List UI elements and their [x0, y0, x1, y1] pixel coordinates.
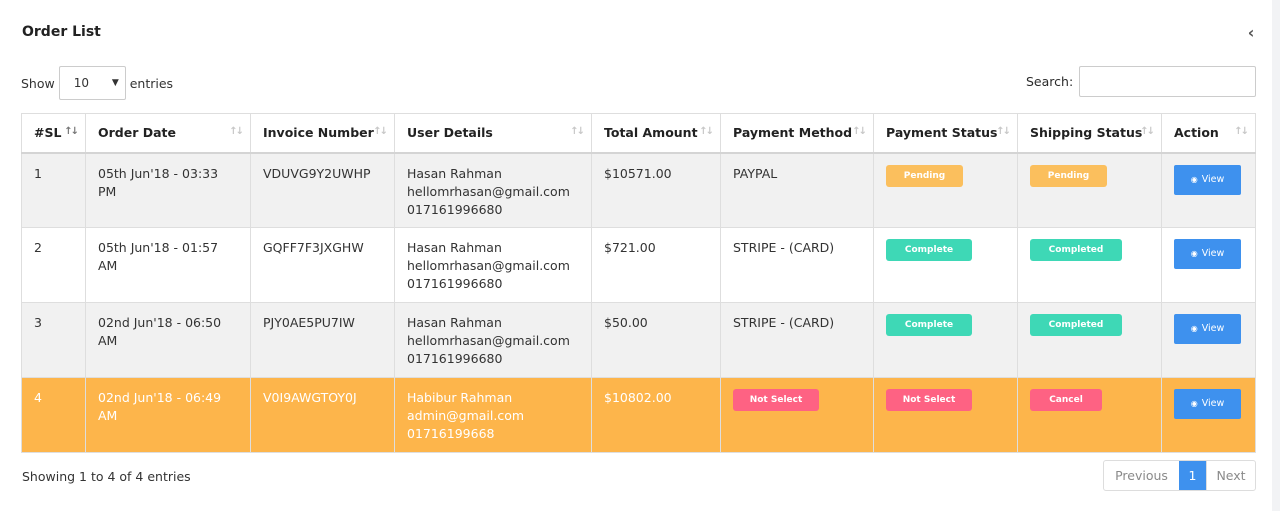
cell-sl: 3	[21, 302, 86, 378]
eye-icon: ◉	[1190, 174, 1198, 184]
column-header-invoice-number[interactable]: Invoice Number ↑↓	[250, 113, 395, 154]
eye-icon: ◉	[1190, 399, 1198, 408]
sort-icon: ↑↓	[699, 126, 714, 137]
pagination: Previous 1 Next	[1103, 460, 1256, 491]
caret-down-icon: ▼	[111, 78, 119, 88]
sort-icon: ↑↓	[373, 126, 388, 137]
cell-sl: 2	[21, 227, 86, 303]
cell-user-details: Habibur Rahman admin@gmail.com 017161996…	[394, 377, 592, 453]
shipping-status-badge: Completed	[1030, 239, 1122, 261]
cell-order-date: 02nd Jun'18 - 06:50 AM	[85, 302, 251, 378]
page-title: Order List	[22, 24, 101, 40]
user-name: Habibur Rahman	[407, 390, 513, 405]
search-input[interactable]	[1079, 66, 1257, 97]
view-button[interactable]: ◉ View	[1174, 389, 1241, 419]
user-phone: 017161996680	[407, 201, 503, 217]
cell-amount: $50.00	[591, 302, 721, 378]
cell-sl: 1	[21, 152, 86, 228]
shipping-status-badge: Completed	[1030, 314, 1122, 336]
payment-status-badge: Complete	[886, 314, 972, 336]
column-header-payment-method[interactable]: Payment Method ↑↓	[720, 113, 874, 154]
user-phone: 017161996680	[407, 351, 503, 366]
user-email: hellomrhasan@gmail.com	[407, 333, 570, 348]
view-button[interactable]: ◉ View	[1174, 314, 1241, 344]
entries-label: entries	[129, 75, 174, 91]
user-email: hellomrhasan@gmail.com	[407, 183, 570, 199]
search-control: Search:	[1026, 66, 1257, 97]
sort-icon: ↑↓	[64, 126, 79, 137]
user-phone: 017161996680	[407, 276, 503, 291]
cell-order-date: 02nd Jun'18 - 06:49 AM	[85, 377, 251, 453]
show-label: Show	[21, 75, 55, 91]
eye-icon: ◉	[1190, 249, 1198, 258]
sort-icon: ↑↓	[1234, 126, 1249, 137]
sort-icon: ↑↓	[996, 126, 1011, 137]
cell-sl: 4	[21, 377, 86, 453]
sort-icon: ↑↓	[570, 126, 585, 137]
column-header-shipping-status[interactable]: Shipping Status ↑↓	[1017, 113, 1162, 154]
user-name: Hasan Rahman	[407, 315, 502, 330]
payment-method-badge: Not Select	[733, 389, 819, 411]
cell-amount: $10802.00	[591, 377, 721, 453]
column-header-user-details[interactable]: User Details ↑↓	[394, 113, 592, 154]
column-header-action[interactable]: Action ↑↓	[1161, 113, 1256, 154]
view-button[interactable]: ◉ View	[1174, 164, 1241, 195]
search-label: Search:	[1026, 74, 1074, 89]
chevron-left-icon[interactable]: ‹	[1243, 24, 1259, 42]
user-name: Hasan Rahman	[407, 165, 502, 181]
cell-payment-method: PAYPAL	[720, 152, 874, 228]
user-email: hellomrhasan@gmail.com	[407, 258, 570, 273]
next-page-button[interactable]: Next	[1206, 461, 1255, 490]
table-row: 2 05th Jun'18 - 01:57 AM GQFF7F3JXGHW Ha…	[21, 227, 1256, 303]
cell-invoice: V0I9AWGTOY0J	[250, 377, 395, 453]
cell-user-details: Hasan Rahman hellomrhasan@gmail.com 0171…	[394, 152, 592, 228]
entries-select[interactable]: 10 ▼	[58, 66, 126, 100]
column-header-sl[interactable]: #SL ↑↓	[21, 113, 86, 154]
table-row: 1 05th Jun'18 - 03:33 PM VDUVG9Y2UWHP Ha…	[21, 152, 1256, 228]
order-list-card: Order List ‹ Show 10 ▼ entries Search: #…	[0, 0, 1272, 511]
payment-status-badge: Not Select	[886, 389, 972, 411]
view-button[interactable]: ◉ View	[1174, 239, 1241, 269]
orders-table: #SL ↑↓ Order Date ↑↓ Invoice Number ↑↓ User…	[21, 113, 1256, 453]
cell-order-date: 05th Jun'18 - 03:33 PM	[85, 152, 251, 228]
table-row: 3 02nd Jun'18 - 06:50 AM PJY0AE5PU7IW Ha…	[21, 302, 1256, 378]
table-row: 4 02nd Jun'18 - 06:49 AM V0I9AWGTOY0J Ha…	[21, 377, 1256, 453]
sort-icon: ↑↓	[852, 126, 867, 137]
column-header-total-amount[interactable]: Total Amount ↑↓	[591, 113, 721, 154]
eye-icon: ◉	[1190, 324, 1198, 333]
previous-page-button[interactable]: Previous	[1104, 461, 1179, 490]
cell-amount: $721.00	[591, 227, 721, 303]
cell-payment-method: STRIPE - (CARD)	[720, 302, 874, 378]
cell-order-date: 05th Jun'18 - 01:57 AM	[85, 227, 251, 303]
sort-icon: ↑↓	[1140, 126, 1155, 137]
payment-status-badge: Complete	[886, 239, 972, 261]
cell-user-details: Hasan Rahman hellomrhasan@gmail.com 0171…	[394, 302, 592, 378]
shipping-status-badge: Pending	[1030, 164, 1107, 187]
table-header-row: #SL ↑↓ Order Date ↑↓ Invoice Number ↑↓ User…	[21, 113, 1256, 154]
cell-invoice: GQFF7F3JXGHW	[250, 227, 395, 303]
cell-invoice: VDUVG9Y2UWHP	[250, 152, 395, 228]
column-header-payment-status[interactable]: Payment Status ↑↓	[873, 113, 1018, 154]
user-email: admin@gmail.com	[407, 408, 525, 423]
cell-payment-method: STRIPE - (CARD)	[720, 227, 874, 303]
cell-user-details: Hasan Rahman hellomrhasan@gmail.com 0171…	[394, 227, 592, 303]
payment-status-badge: Pending	[886, 164, 963, 187]
cell-amount: $10571.00	[591, 152, 721, 228]
cell-invoice: PJY0AE5PU7IW	[250, 302, 395, 378]
user-name: Hasan Rahman	[407, 240, 502, 255]
table-info: Showing 1 to 4 of 4 entries	[22, 469, 191, 484]
column-header-order-date[interactable]: Order Date ↑↓	[85, 113, 251, 154]
shipping-status-badge: Cancel	[1030, 389, 1102, 411]
page-1-button[interactable]: 1	[1179, 461, 1206, 490]
sort-icon: ↑↓	[229, 126, 244, 137]
entries-length-control: Show 10 ▼ entries	[21, 66, 173, 100]
user-phone: 01716199668	[407, 426, 495, 441]
entries-select-value: 10	[73, 76, 90, 90]
